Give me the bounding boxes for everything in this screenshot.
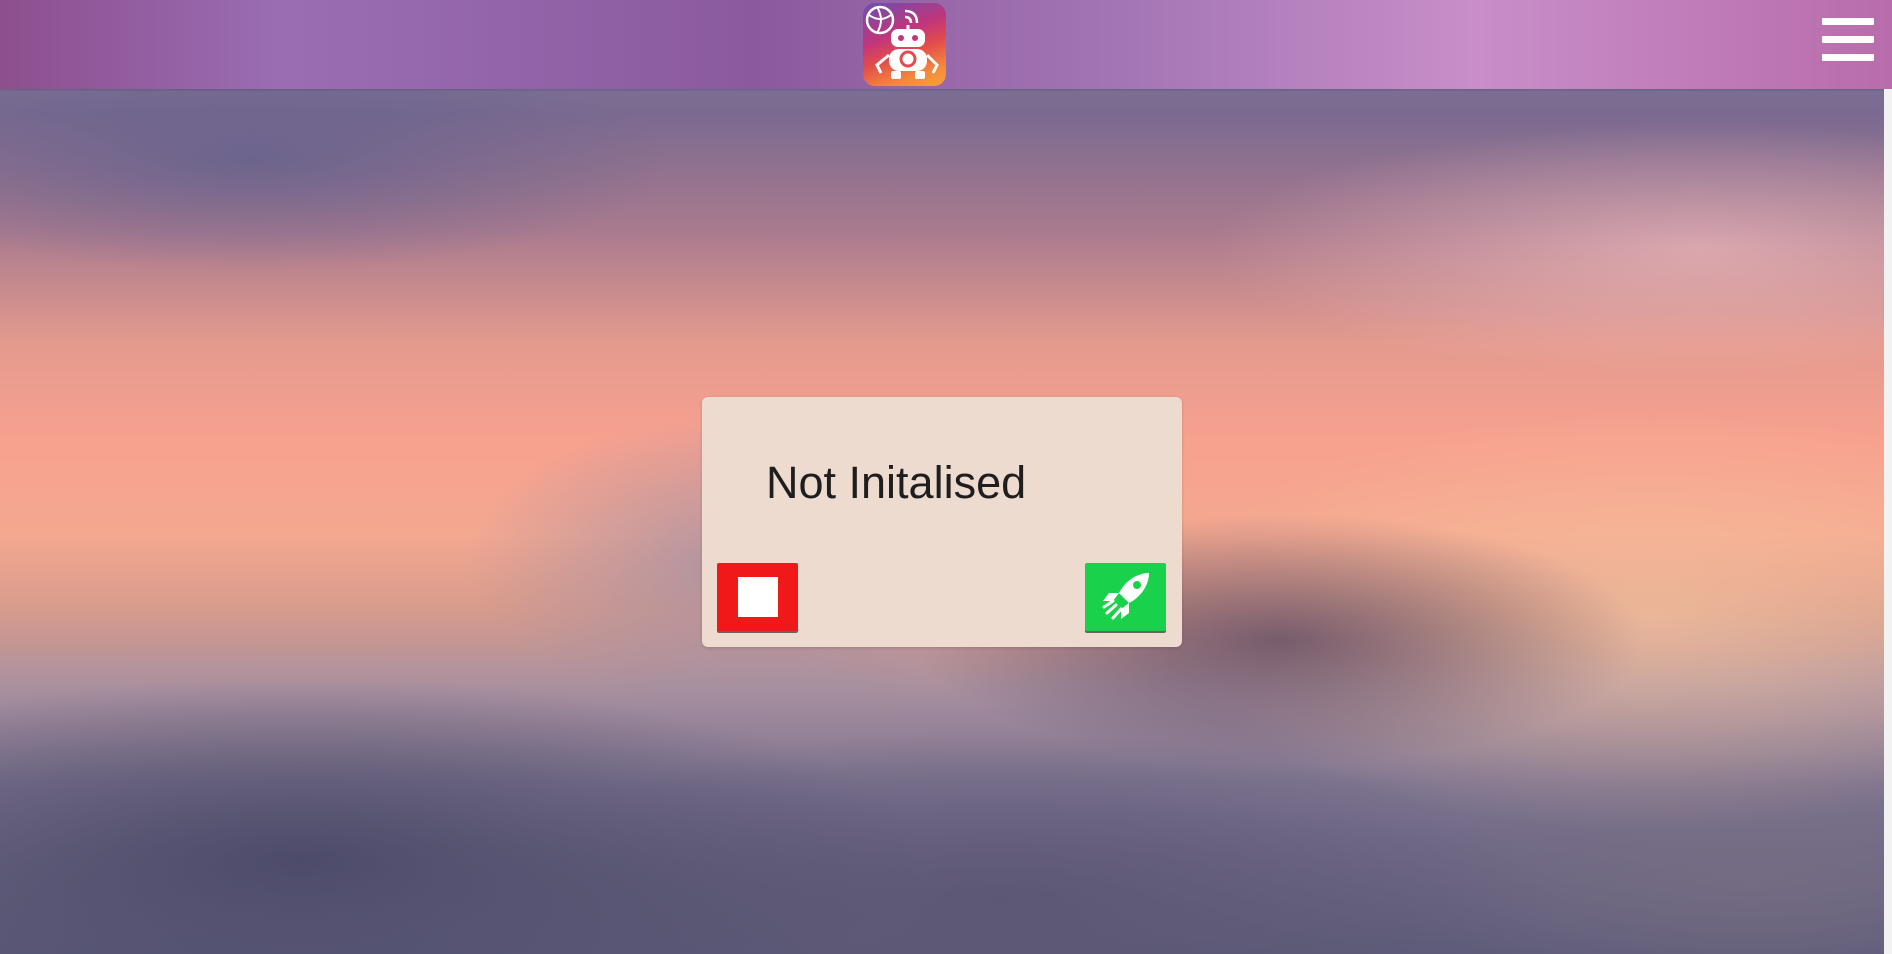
- scrollbar[interactable]: [1884, 89, 1892, 954]
- hamburger-menu-icon[interactable]: [1822, 18, 1874, 62]
- status-panel: Not Initalised: [702, 397, 1182, 647]
- stop-square-icon: [738, 577, 778, 617]
- start-button[interactable]: [1085, 563, 1166, 631]
- rocket-icon: [1102, 573, 1149, 620]
- top-bar: [0, 0, 1892, 89]
- page: Not Initalised: [0, 0, 1892, 954]
- stop-button[interactable]: [717, 563, 798, 631]
- menu-line: [1822, 18, 1874, 25]
- robot-logo-icon[interactable]: [863, 3, 946, 86]
- menu-line: [1822, 54, 1874, 61]
- menu-line: [1822, 36, 1874, 43]
- status-text: Not Initalised: [766, 457, 1027, 508]
